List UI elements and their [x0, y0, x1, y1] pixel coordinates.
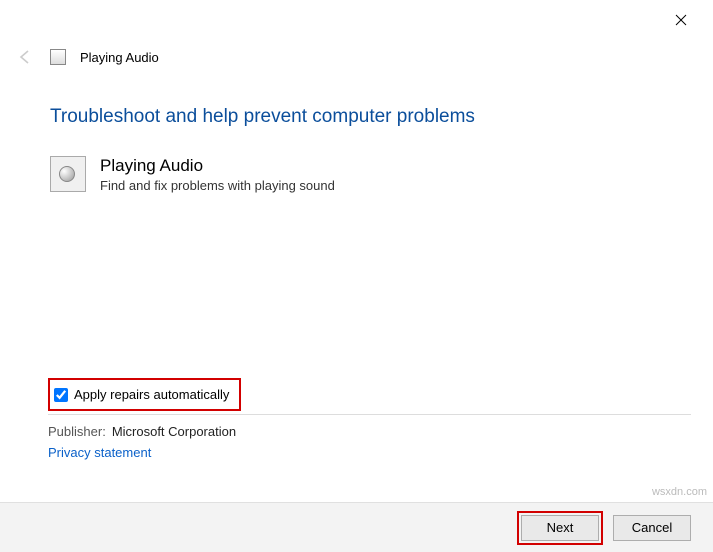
next-button-highlight: Next — [517, 511, 603, 545]
divider — [48, 414, 691, 415]
privacy-statement-link[interactable]: Privacy statement — [48, 445, 236, 460]
publisher-label: Publisher: — [48, 424, 106, 439]
close-icon — [675, 14, 687, 26]
cancel-button[interactable]: Cancel — [613, 515, 691, 541]
apply-repairs-checkbox-row: Apply repairs automatically — [48, 378, 241, 411]
meta-section: Publisher: Microsoft Corporation Privacy … — [48, 424, 236, 460]
troubleshooter-item: Playing Audio Find and fix problems with… — [50, 156, 663, 193]
close-button[interactable] — [659, 4, 703, 36]
content-area: Troubleshoot and help prevent computer p… — [0, 74, 713, 193]
apply-repairs-checkbox[interactable] — [54, 388, 68, 402]
window-title: Playing Audio — [80, 50, 159, 65]
back-arrow-icon — [15, 47, 35, 67]
item-description: Find and fix problems with playing sound — [100, 178, 335, 193]
watermark: wsxdn.com — [652, 486, 707, 498]
header-row: Playing Audio — [0, 40, 713, 74]
publisher-row: Publisher: Microsoft Corporation — [48, 424, 236, 439]
titlebar — [0, 0, 713, 40]
item-title: Playing Audio — [100, 156, 335, 176]
item-text: Playing Audio Find and fix problems with… — [100, 156, 335, 193]
app-icon — [50, 49, 66, 65]
page-headline: Troubleshoot and help prevent computer p… — [50, 106, 663, 128]
back-button[interactable] — [14, 46, 36, 68]
next-button[interactable]: Next — [521, 515, 599, 541]
apply-repairs-label: Apply repairs automatically — [74, 387, 229, 402]
publisher-value: Microsoft Corporation — [112, 424, 236, 439]
button-bar: Next Cancel — [0, 502, 713, 552]
speaker-icon — [50, 156, 86, 192]
